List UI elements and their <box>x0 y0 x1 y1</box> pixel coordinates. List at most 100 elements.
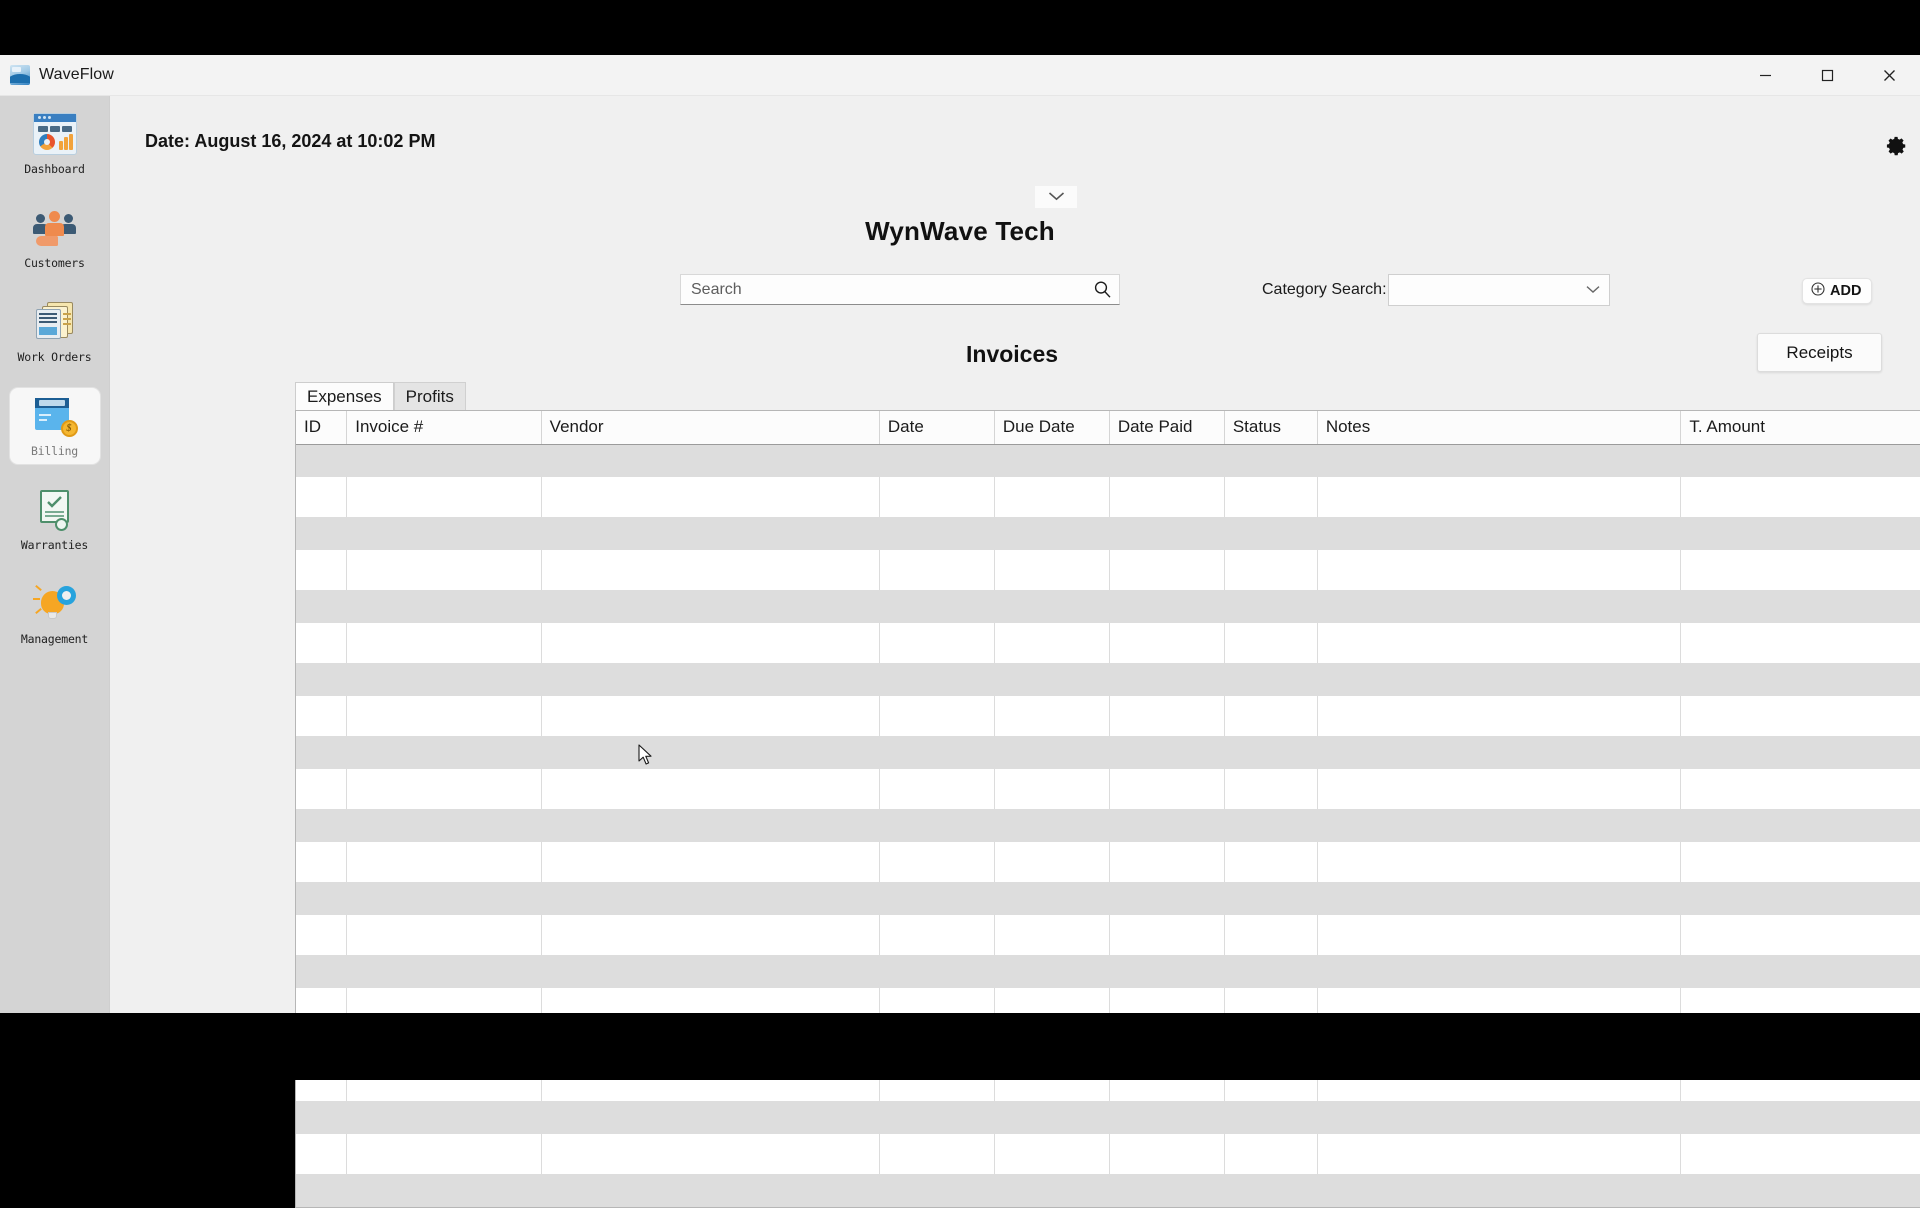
table-cell[interactable] <box>296 1101 347 1134</box>
table-cell[interactable] <box>347 769 541 809</box>
table-cell[interactable] <box>541 663 879 696</box>
table-cell[interactable] <box>347 882 541 915</box>
table-cell[interactable] <box>994 955 1109 988</box>
table-cell[interactable] <box>1317 444 1681 477</box>
table-cell[interactable] <box>1224 769 1317 809</box>
table-cell[interactable] <box>879 769 994 809</box>
table-cell[interactable] <box>1224 696 1317 736</box>
table-cell[interactable] <box>994 550 1109 590</box>
table-cell[interactable] <box>1317 1134 1681 1174</box>
table-cell[interactable] <box>541 736 879 769</box>
table-cell[interactable] <box>994 915 1109 955</box>
column-header-date-paid[interactable]: Date Paid <box>1109 411 1224 444</box>
table-cell[interactable] <box>1224 623 1317 663</box>
table-cell[interactable] <box>994 590 1109 623</box>
table-cell[interactable] <box>347 623 541 663</box>
table-cell[interactable] <box>1681 769 1920 809</box>
table-cell[interactable] <box>879 882 994 915</box>
table-cell[interactable] <box>1109 769 1224 809</box>
column-header-vendor[interactable]: Vendor <box>541 411 879 444</box>
table-cell[interactable] <box>1317 623 1681 663</box>
table-cell[interactable] <box>1109 1174 1224 1207</box>
table-cell[interactable] <box>1317 477 1681 517</box>
table-cell[interactable] <box>1681 477 1920 517</box>
table-cell[interactable] <box>1224 1174 1317 1207</box>
sidebar-item-management[interactable]: Management <box>10 576 100 652</box>
table-cell[interactable] <box>879 955 994 988</box>
column-header-status[interactable]: Status <box>1224 411 1317 444</box>
table-cell[interactable] <box>1224 444 1317 477</box>
table-cell[interactable] <box>1109 477 1224 517</box>
table-cell[interactable] <box>541 769 879 809</box>
table-cell[interactable] <box>1109 550 1224 590</box>
table-cell[interactable] <box>296 550 347 590</box>
table-cell[interactable] <box>347 663 541 696</box>
table-cell[interactable] <box>296 882 347 915</box>
table-cell[interactable] <box>347 550 541 590</box>
table-cell[interactable] <box>879 809 994 842</box>
table-cell[interactable] <box>1681 1101 1920 1134</box>
table-cell[interactable] <box>347 696 541 736</box>
column-header-notes[interactable]: Notes <box>1317 411 1681 444</box>
table-cell[interactable] <box>1109 663 1224 696</box>
table-cell[interactable] <box>1109 955 1224 988</box>
table-cell[interactable] <box>1317 736 1681 769</box>
table-cell[interactable] <box>1681 550 1920 590</box>
tab-expenses[interactable]: Expenses <box>295 382 394 410</box>
table-cell[interactable] <box>1317 769 1681 809</box>
table-cell[interactable] <box>1681 444 1920 477</box>
table-cell[interactable] <box>347 444 541 477</box>
table-cell[interactable] <box>1317 696 1681 736</box>
receipts-button[interactable]: Receipts <box>1757 333 1882 372</box>
table-cell[interactable] <box>1317 550 1681 590</box>
table-cell[interactable] <box>879 477 994 517</box>
table-row[interactable] <box>296 736 1920 769</box>
table-cell[interactable] <box>1109 1134 1224 1174</box>
table-cell[interactable] <box>879 1174 994 1207</box>
table-cell[interactable] <box>994 809 1109 842</box>
close-button[interactable] <box>1858 55 1920 96</box>
table-cell[interactable] <box>1224 915 1317 955</box>
table-cell[interactable] <box>994 696 1109 736</box>
column-header-date[interactable]: Date <box>879 411 994 444</box>
table-cell[interactable] <box>994 663 1109 696</box>
table-cell[interactable] <box>347 1101 541 1134</box>
table-cell[interactable] <box>1317 1101 1681 1134</box>
table-row[interactable] <box>296 663 1920 696</box>
table-row[interactable] <box>296 517 1920 550</box>
table-cell[interactable] <box>1224 1101 1317 1134</box>
sidebar-item-work-orders[interactable]: Work Orders <box>10 294 100 370</box>
table-cell[interactable] <box>1224 736 1317 769</box>
table-row[interactable] <box>296 1174 1920 1207</box>
search-box[interactable] <box>680 274 1120 305</box>
table-cell[interactable] <box>1109 1101 1224 1134</box>
table-cell[interactable] <box>879 842 994 882</box>
table-row[interactable] <box>296 1101 1920 1134</box>
table-cell[interactable] <box>1681 590 1920 623</box>
collapse-header-button[interactable] <box>1035 186 1077 208</box>
table-cell[interactable] <box>1109 915 1224 955</box>
table-cell[interactable] <box>1224 550 1317 590</box>
search-icon[interactable] <box>1085 275 1119 304</box>
table-cell[interactable] <box>1109 882 1224 915</box>
table-cell[interactable] <box>296 1174 347 1207</box>
table-cell[interactable] <box>879 696 994 736</box>
table-cell[interactable] <box>879 623 994 663</box>
table-cell[interactable] <box>1224 517 1317 550</box>
table-row[interactable] <box>296 696 1920 736</box>
table-cell[interactable] <box>994 623 1109 663</box>
table-cell[interactable] <box>1224 590 1317 623</box>
table-cell[interactable] <box>1109 842 1224 882</box>
table-cell[interactable] <box>1224 842 1317 882</box>
table-row[interactable] <box>296 915 1920 955</box>
table-cell[interactable] <box>879 444 994 477</box>
table-cell[interactable] <box>347 1134 541 1174</box>
table-cell[interactable] <box>541 550 879 590</box>
table-cell[interactable] <box>1681 663 1920 696</box>
table-cell[interactable] <box>1681 955 1920 988</box>
table-cell[interactable] <box>994 517 1109 550</box>
table-cell[interactable] <box>1681 882 1920 915</box>
minimize-button[interactable] <box>1734 55 1796 96</box>
sidebar-item-dashboard[interactable]: Dashboard <box>10 106 100 182</box>
table-cell[interactable] <box>296 444 347 477</box>
